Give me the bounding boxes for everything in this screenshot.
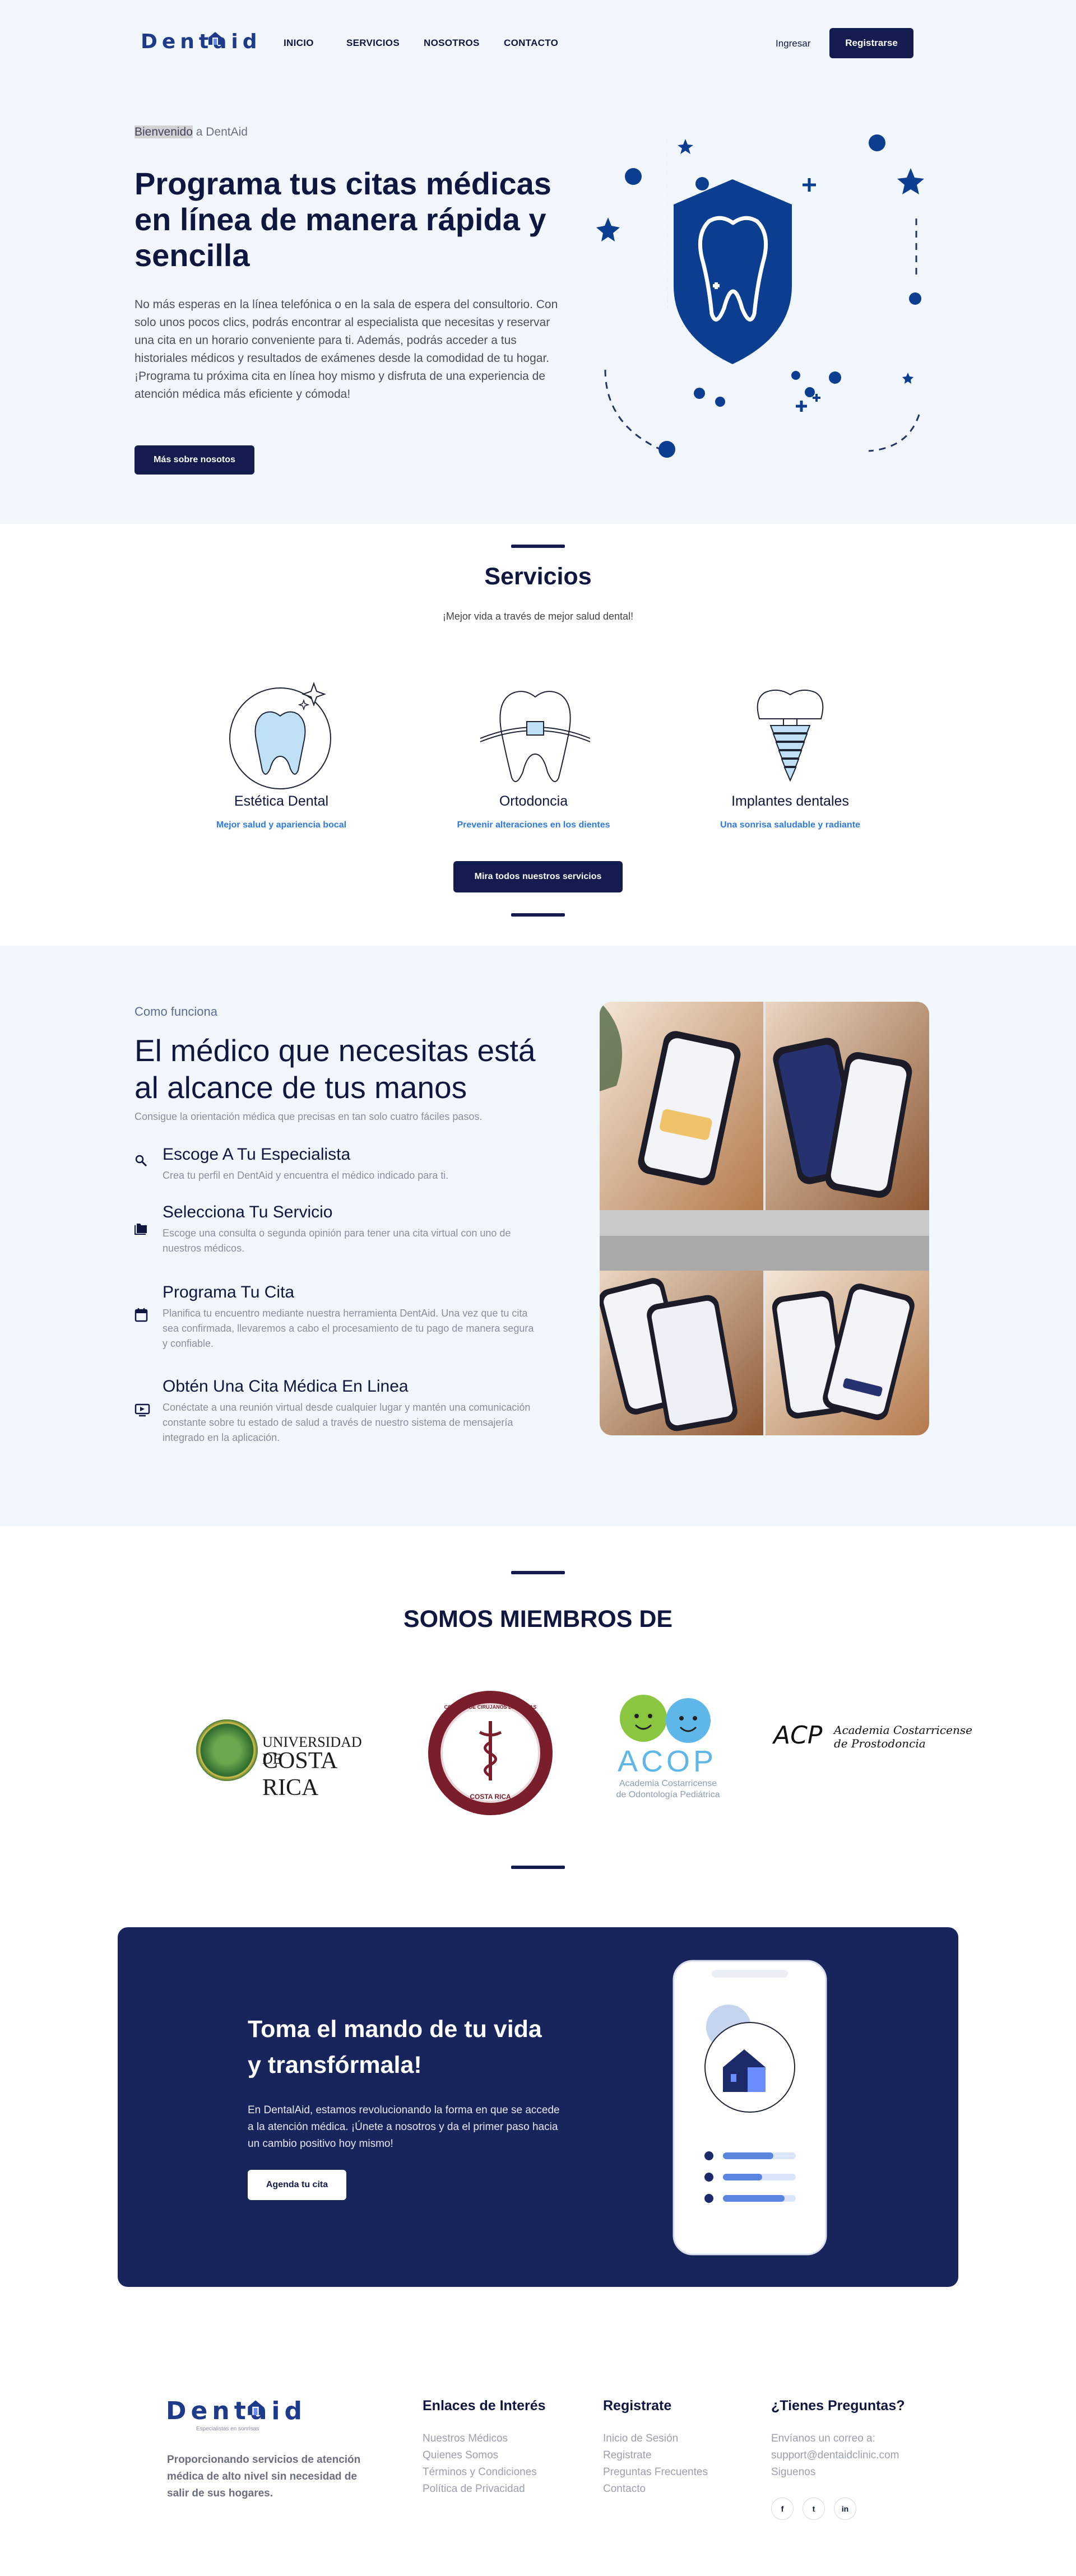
acop-name-line2: de Odontología Pediátrica (616, 1790, 720, 1800)
twitter-icon[interactable]: t (803, 2498, 825, 2520)
footer-link-quienes[interactable]: Quienes Somos (423, 2447, 537, 2464)
footer-link-contacto[interactable]: Contacto (603, 2481, 708, 2498)
step-title-online: Obtén Una Cita Médica En Linea (163, 1377, 409, 1396)
services-divider (511, 545, 565, 548)
cta-appointment-button[interactable]: Agenda tu cita (248, 2170, 346, 2200)
register-button[interactable]: Registrarse (829, 28, 913, 58)
services-bottom-divider (511, 913, 565, 917)
acp-logo: ACP Academia Costarricense de Prostodonc… (773, 1721, 975, 1755)
calendar-icon (134, 1308, 148, 1326)
how-eyebrow: Como funciona (134, 1005, 217, 1019)
search-icon (134, 1154, 148, 1171)
colegio-logo: COLEGIO DE CIRUJANOS DENTISTAS COSTA RIC… (428, 1691, 553, 1815)
footer-email-link[interactable]: support@dentaidclinic.com (771, 2447, 899, 2464)
caduceus-icon (479, 1720, 502, 1782)
service-title-ortodoncia: Ortodoncia (499, 793, 568, 809)
ucr-name-line2: COSTA RICA (262, 1748, 337, 1801)
step-text-online: Conéctate a una reunión virtual desde cu… (163, 1402, 531, 1443)
footer-follow-label: Siguenos (771, 2466, 816, 2478)
footer-logo-house-icon (247, 2399, 265, 2416)
ucr-seal-icon (196, 1719, 258, 1781)
service-title-implantes: Implantes dentales (731, 793, 849, 809)
footer-links-list: Nuestros Médicos Quienes Somos Términos … (423, 2430, 537, 2498)
footer-email-label: Envíanos un correo a: (771, 2433, 875, 2444)
footer-register-title: Registrate (603, 2398, 672, 2414)
service-title-estetica: Estética Dental (234, 793, 329, 809)
colegio-text-top: COLEGIO DE CIRUJANOS DENTISTAS (444, 1704, 537, 1710)
footer-link-privacidad[interactable]: Política de Privacidad (423, 2481, 537, 2498)
footer-link-login[interactable]: Inicio de Sesión (603, 2430, 708, 2447)
members-title: SOMOS MIEMBROS DE (403, 1606, 673, 1633)
video-call-icon (134, 1403, 150, 1420)
aesthetic-tooth-icon (224, 678, 336, 790)
all-services-button[interactable]: Mira todos nuestros servicios (453, 861, 623, 892)
how-title: El médico que necesitas está al alcance … (134, 1033, 536, 1105)
step-title-servicio: Selecciona Tu Servicio (163, 1203, 333, 1221)
footer-link-medicos[interactable]: Nuestros Médicos (423, 2430, 537, 2447)
footer-link-faq[interactable]: Preguntas Frecuentes (603, 2464, 708, 2481)
app-phones-collage (600, 1002, 929, 1435)
nav-contacto[interactable]: CONTACTO (504, 38, 558, 49)
linkedin-icon[interactable]: in (834, 2498, 856, 2520)
colegio-text-bottom: COSTA RICA (470, 1793, 511, 1801)
footer-link-terminos[interactable]: Términos y Condiciones (423, 2464, 537, 2481)
footer-logo-text: Dentaid (166, 2397, 307, 2425)
cta-phone-illustration (672, 1960, 827, 2256)
acop-name-line1: Academia Costarricense (619, 1779, 717, 1788)
hero-eyebrow: Bienvenido a DentAid (134, 125, 248, 139)
eyebrow-rest: a DentAid (192, 125, 248, 138)
footer-about: Proporcionando servicios de atención méd… (167, 2454, 361, 2499)
footer-register-list: Inicio de Sesión Registrate Preguntas Fr… (603, 2430, 708, 2498)
acop-acronym: ACOP (618, 1745, 717, 1778)
step-text-especialista: Crea tu perfil en DentAid y encuentra el… (163, 1170, 449, 1181)
how-subtitle: Consigue la orientación médica que preci… (134, 1111, 483, 1122)
acp-name-line1: Academia Costarricense (834, 1723, 972, 1737)
step-title-especialista: Escoge A Tu Especialista (163, 1145, 351, 1164)
cta-text: En DentalAid, estamos revolucionando la … (248, 2104, 560, 2150)
members-divider (511, 1571, 565, 1574)
members-bottom-divider (511, 1866, 565, 1869)
facebook-icon[interactable]: f (771, 2498, 794, 2520)
hero-text: No más esperas en la línea telefónica o … (134, 298, 558, 401)
hero-title: Programa tus citas médicas en línea de m… (134, 166, 551, 273)
folder-icon (134, 1222, 149, 1238)
footer-questions-title: ¿Tienes Preguntas? (771, 2398, 905, 2414)
acop-logo: ACOP Academia Costarricense de Odontolog… (603, 1689, 738, 1812)
acp-acronym: ACP (773, 1721, 823, 1750)
services-title: Servicios (484, 563, 592, 590)
services-subtitle: ¡Mejor vida a través de mejor salud dent… (442, 611, 634, 622)
about-button[interactable]: Más sobre nosotos (134, 445, 254, 475)
nav-nosotros[interactable]: NOSOTROS (424, 38, 480, 49)
orthodontics-tooth-icon (479, 688, 591, 789)
step-text-servicio: Escoge una consulta o segunda opinión pa… (163, 1227, 511, 1254)
login-link[interactable]: Ingresar (776, 38, 810, 49)
service-subtitle-implantes: Una sonrisa saludable y radiante (720, 820, 860, 830)
footer-tagline: Especialistas en sonrisas (196, 2426, 259, 2432)
service-subtitle-estetica: Mejor salud y apariencia bocal (216, 820, 347, 830)
footer-link-registrate[interactable]: Registrate (603, 2447, 708, 2464)
eyebrow-highlight: Bienvenido (134, 125, 193, 138)
step-title-cita: Programa Tu Cita (163, 1283, 295, 1301)
footer-logo[interactable]: Dentaid (166, 2397, 307, 2425)
nav-servicios[interactable]: SERVICIOS (346, 38, 400, 49)
acp-name-line2: de Prostodoncia (834, 1737, 926, 1750)
hero-tooth-shield-illustration (594, 123, 930, 465)
implant-tooth-icon (751, 688, 829, 789)
footer-social-icons: f t in (771, 2498, 856, 2520)
footer-links-title: Enlaces de Interés (423, 2398, 546, 2414)
cta-title: Toma el mando de tu vida y transfórmala! (248, 2016, 542, 2079)
footer-questions-list: Envíanos un correo a: support@dentaidcli… (771, 2430, 899, 2481)
step-text-cita: Planifica tu encuentro mediante nuestra … (163, 1308, 534, 1349)
ucr-logo: UNIVERSIDAD DE COSTA RICA (196, 1718, 370, 1801)
nav-inicio[interactable]: INICIO (284, 38, 314, 49)
acop-kids-icon (610, 1689, 722, 1745)
main-nav: INICIO SERVICIOS NOSOTROS CONTACTO (0, 0, 1076, 78)
service-subtitle-ortodoncia: Prevenir alteraciones en los dientes (457, 820, 610, 830)
